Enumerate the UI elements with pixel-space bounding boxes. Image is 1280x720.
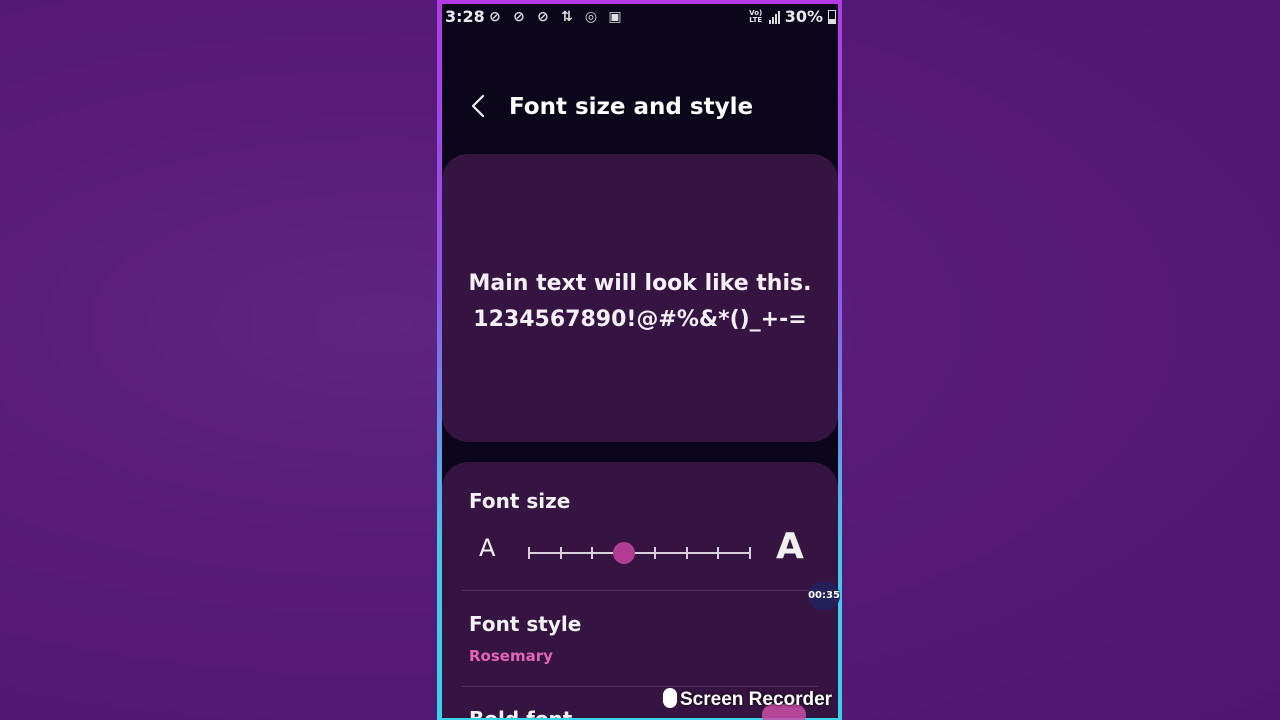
slider-tick — [749, 547, 751, 559]
font-preview-card: Main text will look like this. 123456789… — [442, 154, 838, 442]
signal-icon — [768, 10, 780, 24]
divider — [462, 590, 818, 591]
status-time: 3:28 — [445, 7, 485, 26]
record-icon: ◎ — [584, 9, 598, 25]
page-title: Font size and style — [509, 94, 754, 120]
bold-font-label[interactable]: Bold font — [469, 707, 572, 718]
status-right: Vo) LTE 30% — [748, 7, 836, 26]
slider-tick — [717, 547, 720, 559]
slider-tick — [685, 547, 688, 559]
back-button[interactable] — [464, 92, 492, 124]
recorder-logo-icon — [663, 688, 677, 708]
font-size-label: Font size — [469, 489, 571, 513]
slider-tick — [559, 547, 562, 559]
font-size-slider[interactable] — [528, 542, 751, 564]
recorder-label: Screen Recorder — [680, 689, 833, 710]
chevron-left-icon — [471, 94, 485, 118]
volte-icon: Vo) LTE — [749, 8, 763, 24]
phone-screen: 3:28 ⊘ ⊘ ⊘ ⇅ ◎ ▣ Vo) LTE 30% Font size an… — [442, 4, 838, 718]
recording-timer[interactable]: 00:35 — [808, 582, 840, 610]
notification-icons: ⊘ ⊘ ⊘ ⇅ ◎ ▣ — [486, 8, 624, 26]
image-icon: ▣ — [608, 9, 622, 25]
font-style-label: Font style — [469, 612, 582, 636]
app-header: Font size and style — [442, 84, 838, 132]
vpn-icon: ⊘ — [489, 9, 501, 25]
font-size-small-indicator[interactable]: A — [479, 534, 495, 562]
screen-recorder-watermark: Screen Recorder — [663, 688, 832, 711]
battery-percent: 30% — [784, 7, 823, 26]
status-bar: 3:28 ⊘ ⊘ ⊘ ⇅ ◎ ▣ Vo) LTE 30% — [442, 4, 838, 32]
vpn-icon: ⊘ — [537, 9, 549, 25]
font-style-value: Rosemary — [469, 647, 553, 665]
preview-line-1: Main text will look like this. — [468, 271, 812, 296]
slider-tick — [528, 547, 530, 559]
divider — [462, 686, 818, 687]
preview-text: Main text will look like this. 123456789… — [442, 266, 838, 338]
download-icon: ⇅ — [561, 9, 573, 25]
vpn-icon: ⊘ — [513, 9, 525, 25]
battery-icon — [828, 9, 836, 24]
preview-line-2: 1234567890!@#%&*()_+-= — [473, 307, 807, 332]
slider-tick — [654, 547, 657, 559]
slider-thumb[interactable] — [612, 542, 635, 564]
slider-tick — [591, 547, 594, 559]
settings-card: Font size A A Font style Rosemary Bold f… — [442, 462, 838, 718]
font-size-large-indicator[interactable]: A — [776, 526, 804, 567]
